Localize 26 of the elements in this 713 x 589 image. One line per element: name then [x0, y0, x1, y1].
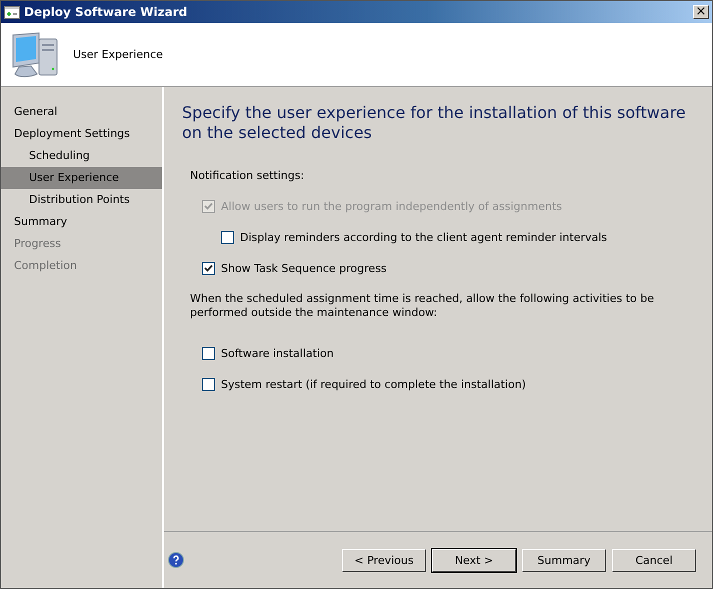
window-title: Deploy Software Wizard	[24, 5, 188, 19]
page-heading: Specify the user experience for the installation of this software on the selected devices	[182, 103, 687, 143]
help-icon[interactable]	[168, 552, 184, 568]
sidebar-item[interactable]: Distribution Points	[1, 189, 162, 211]
page-title: User Experience	[73, 48, 163, 61]
checkbox-label: Software installation	[221, 347, 334, 360]
sidebar-item[interactable]: Scheduling	[1, 145, 162, 167]
sidebar-item[interactable]: Summary	[1, 211, 162, 233]
section-label: When the scheduled assignment time is reached, allow the following activities to be performed outside the maintenance window:	[190, 292, 656, 320]
wizard-button[interactable]: Summary	[522, 548, 606, 572]
checkbox[interactable]	[202, 347, 215, 360]
checkbox[interactable]	[202, 378, 215, 391]
wizard-icon	[4, 6, 20, 18]
sidebar-item[interactable]: User Experience	[1, 167, 162, 189]
checkbox-label: System restart (if required to complete the installation)	[221, 378, 526, 391]
close-button[interactable]: ×	[693, 5, 709, 19]
checkbox-label: Display reminders according to the client agent reminder intervals	[240, 231, 608, 244]
sidebar-item[interactable]: Deployment Settings	[1, 123, 162, 145]
checkbox-label: Show Task Sequence progress	[221, 262, 387, 275]
checkbox-label: Allow users to run the program independently of assignments	[221, 200, 562, 213]
wizard-button[interactable]: Cancel	[612, 548, 696, 572]
wizard-button[interactable]: < Previous	[342, 548, 426, 572]
section-label: Notification settings:	[190, 169, 306, 182]
checkbox[interactable]	[202, 262, 215, 275]
wizard-button[interactable]: Next >	[432, 548, 516, 572]
sidebar-item[interactable]: General	[1, 101, 162, 123]
